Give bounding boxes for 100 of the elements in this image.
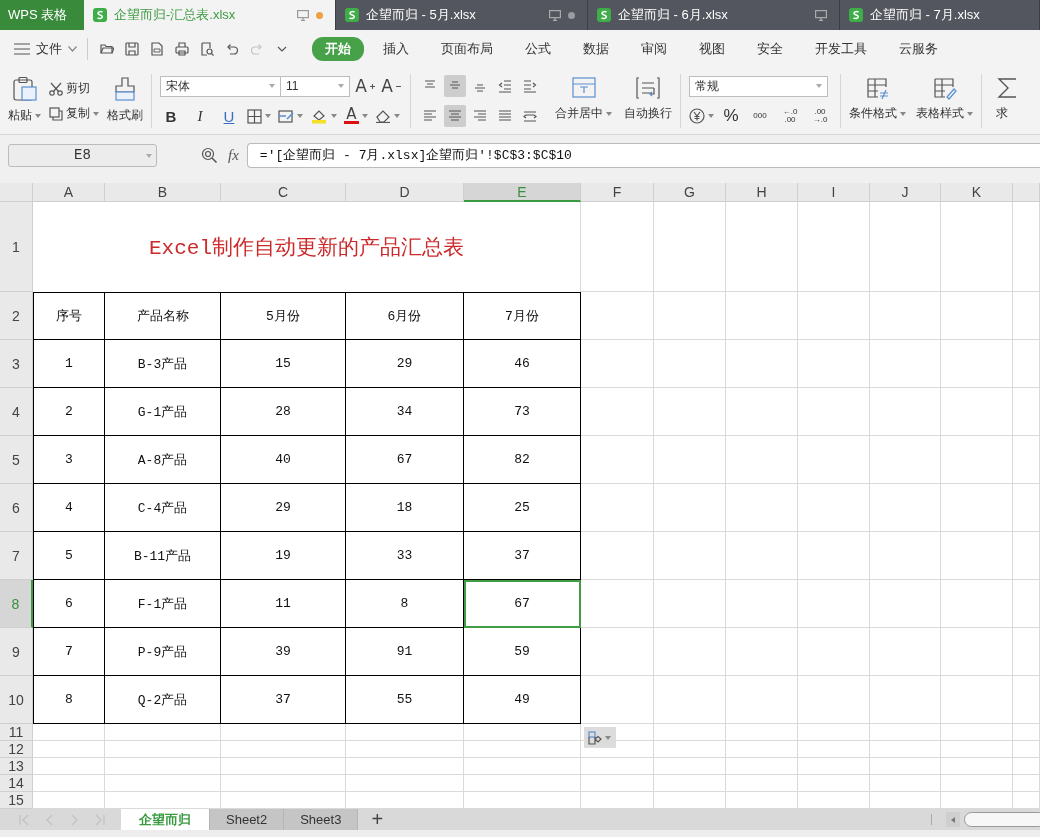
column-header[interactable]: G [654,183,726,202]
cut-button[interactable]: 剪切 [49,80,99,97]
empty-cell[interactable] [464,775,581,792]
percent-button[interactable]: % [720,104,742,127]
sum-button[interactable]: 求 [990,68,1016,134]
empty-cell[interactable] [870,741,941,758]
underline-button[interactable]: U [218,105,240,127]
fill-color-button[interactable] [310,108,337,124]
empty-cell[interactable] [941,580,1013,628]
file-menu-button[interactable]: 文件 [14,40,77,58]
empty-cell[interactable] [581,580,654,628]
empty-cell[interactable] [581,292,654,340]
empty-cell[interactable] [346,758,464,775]
empty-cell[interactable] [798,580,870,628]
empty-cell[interactable] [581,532,654,580]
empty-cell[interactable] [654,628,726,676]
empty-cell[interactable] [726,676,798,724]
column-header[interactable] [1013,183,1040,202]
empty-cell[interactable] [346,741,464,758]
empty-cell[interactable] [654,532,726,580]
increase-decimal-button[interactable]: ←.0 .00 [778,104,802,127]
empty-cell[interactable] [1013,580,1040,628]
empty-cell[interactable] [346,775,464,792]
empty-cell[interactable] [221,741,346,758]
row-header[interactable]: 13 [0,758,33,775]
paste-button[interactable]: 粘贴 [8,68,41,134]
row-header[interactable]: 1 [0,202,33,292]
number-format-field[interactable]: 常规 [689,75,828,97]
empty-cell[interactable] [581,484,654,532]
row-header[interactable]: 3 [0,340,33,388]
increase-font-button[interactable]: A [354,75,376,97]
empty-cell[interactable] [798,741,870,758]
ribbon-tab[interactable]: 云服务 [886,37,951,61]
empty-cell[interactable] [654,758,726,775]
ribbon-tab[interactable]: 审阅 [628,37,680,61]
empty-cell[interactable] [105,741,221,758]
empty-cell[interactable] [464,741,581,758]
formula-field[interactable]: ='[企望而归 - 7月.xlsx]企望而归'!$C$3:$C$10 [246,142,1040,168]
empty-cell[interactable] [798,532,870,580]
ribbon-tab[interactable]: 安全 [744,37,796,61]
clear-button[interactable] [375,109,400,123]
empty-cell[interactable] [346,724,464,741]
wrap-text-button[interactable]: 自动换行 [624,68,672,134]
scrollbar-thumb[interactable] [964,812,1040,827]
empty-cell[interactable] [105,775,221,792]
format-painter-button[interactable]: 格式刷 [107,68,143,134]
empty-cell[interactable] [1013,676,1040,724]
empty-cell[interactable] [870,758,941,775]
empty-cell[interactable] [726,741,798,758]
copy-button[interactable]: 复制 [49,105,99,122]
empty-cell[interactable] [1013,340,1040,388]
row-header[interactable]: 11 [0,724,33,741]
empty-cell[interactable] [798,292,870,340]
row-header[interactable]: 2 [0,292,33,340]
row-header[interactable]: 4 [0,388,33,436]
empty-cell[interactable] [870,676,941,724]
decrease-decimal-button[interactable]: .00 →.0 [808,104,832,127]
row-header[interactable]: 15 [0,792,33,809]
function-button[interactable]: fx [228,146,239,164]
empty-cell[interactable] [581,775,654,792]
empty-cell[interactable] [726,340,798,388]
row-header[interactable]: 9 [0,628,33,676]
empty-cell[interactable] [654,775,726,792]
empty-cell[interactable] [870,724,941,741]
add-sheet-button[interactable]: + [364,809,391,830]
document-tab[interactable]: 企望而归 - 5月.xlsx [336,0,588,30]
row-header[interactable]: 6 [0,484,33,532]
column-header[interactable]: H [726,183,798,202]
document-tab[interactable]: 企望而归 - 6月.xlsx [588,0,840,30]
ribbon-tab[interactable]: 页面布局 [428,37,506,61]
currency-button[interactable] [689,107,714,124]
column-header[interactable]: B [105,183,221,202]
empty-cell[interactable] [726,628,798,676]
empty-cell[interactable] [1013,724,1040,741]
empty-cell[interactable] [798,628,870,676]
select-all-corner[interactable] [0,183,33,202]
empty-cell[interactable] [726,388,798,436]
table-style-button[interactable]: 表格样式 [916,68,973,134]
font-color-button[interactable]: A [344,108,368,124]
empty-cell[interactable] [941,758,1013,775]
ribbon-tab[interactable]: 视图 [686,37,738,61]
empty-cell[interactable] [798,340,870,388]
font-size-field[interactable]: 11 [280,75,350,97]
empty-cell[interactable] [654,741,726,758]
decrease-font-button[interactable]: A [380,75,402,97]
conditional-format-button[interactable]: 条件格式 [849,68,906,134]
empty-cell[interactable] [726,758,798,775]
empty-cell[interactable] [870,628,941,676]
empty-cell[interactable] [941,741,1013,758]
empty-cell[interactable] [581,758,654,775]
empty-cell[interactable] [941,724,1013,741]
column-header[interactable]: C [221,183,346,202]
empty-cell[interactable] [1013,532,1040,580]
empty-cell[interactable] [798,676,870,724]
borders-button[interactable] [247,108,271,124]
row-header[interactable]: 10 [0,676,33,724]
empty-cell[interactable] [1013,436,1040,484]
empty-cell[interactable] [221,758,346,775]
empty-cell[interactable] [726,532,798,580]
italic-button[interactable]: I [189,105,211,127]
